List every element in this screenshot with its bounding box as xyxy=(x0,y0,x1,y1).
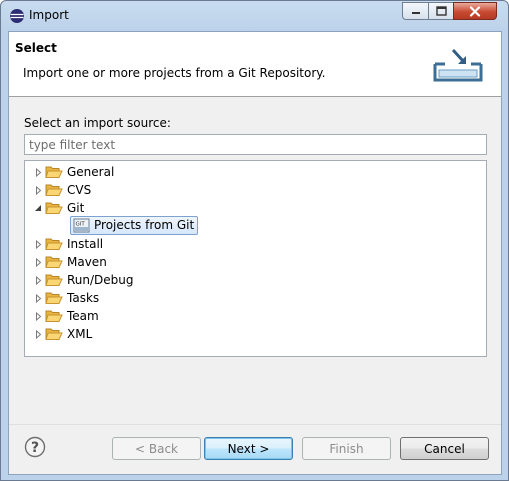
expand-arrow-icon[interactable] xyxy=(31,325,45,343)
close-icon xyxy=(469,5,481,17)
import-source-tree[interactable]: General CVS Git GIT Projects from Git In… xyxy=(24,160,487,357)
window-title: Import xyxy=(29,8,69,22)
back-button[interactable]: < Back xyxy=(112,437,201,460)
folder-icon xyxy=(45,274,63,286)
tree-item-label: General xyxy=(67,165,115,179)
expand-arrow-icon[interactable] xyxy=(31,235,45,253)
maximize-icon xyxy=(435,6,447,16)
title-bar[interactable]: Import xyxy=(1,1,508,31)
help-icon[interactable]: ? xyxy=(24,436,46,458)
folder-open-icon xyxy=(45,202,63,214)
expand-arrow-icon[interactable] xyxy=(31,163,45,181)
expand-arrow-icon[interactable] xyxy=(31,289,45,307)
tree-item-label: CVS xyxy=(67,183,92,197)
import-source-label: Select an import source: xyxy=(24,116,171,130)
import-wizard-icon xyxy=(433,48,483,82)
tree-item-general[interactable]: General xyxy=(31,163,114,181)
tree-item-label: Run/Debug xyxy=(67,273,134,287)
folder-icon xyxy=(45,166,63,178)
folder-icon xyxy=(45,292,63,304)
tree-item-maven[interactable]: Maven xyxy=(31,253,107,271)
collapse-arrow-icon[interactable] xyxy=(31,199,45,217)
tree-item-install[interactable]: Install xyxy=(31,235,103,253)
tree-item-cvs[interactable]: CVS xyxy=(31,181,91,199)
finish-button[interactable]: Finish xyxy=(302,437,391,460)
dialog-client-area: Select Import one or more projects from … xyxy=(8,31,502,475)
tree-item-label: XML xyxy=(67,327,93,341)
wizard-page-title: Select xyxy=(15,41,57,55)
wizard-header: Select Import one or more projects from … xyxy=(9,32,501,97)
eclipse-icon xyxy=(10,9,24,23)
git-repository-icon: GIT xyxy=(73,218,90,232)
tree-item-label: Maven xyxy=(67,255,107,269)
import-dialog-window: Import Select Import one or more project… xyxy=(0,0,509,481)
svg-text:GIT: GIT xyxy=(76,221,86,227)
tree-item-label: Install xyxy=(67,237,104,251)
maximize-button[interactable] xyxy=(428,2,454,20)
expand-arrow-icon[interactable] xyxy=(31,271,45,289)
tree-item-label: Team xyxy=(67,309,99,323)
tree-item-projects-from-git[interactable]: GIT Projects from Git xyxy=(70,215,199,235)
tree-item-label: Git xyxy=(67,201,85,215)
tree-item-run-debug[interactable]: Run/Debug xyxy=(31,271,134,289)
folder-icon xyxy=(45,184,63,196)
wizard-page-description: Import one or more projects from a Git R… xyxy=(23,66,326,80)
folder-icon xyxy=(45,310,63,322)
folder-icon xyxy=(45,238,63,250)
tree-item-xml[interactable]: XML xyxy=(31,325,92,343)
footer-separator xyxy=(9,424,501,425)
tree-item-team[interactable]: Team xyxy=(31,307,99,325)
next-button[interactable]: Next > xyxy=(204,437,293,460)
tree-item-tasks[interactable]: Tasks xyxy=(31,289,99,307)
tree-item-label: Tasks xyxy=(67,291,100,305)
cancel-button[interactable]: Cancel xyxy=(400,437,489,460)
folder-icon xyxy=(45,328,63,340)
folder-icon xyxy=(45,256,63,268)
expand-arrow-icon[interactable] xyxy=(31,307,45,325)
expand-arrow-icon[interactable] xyxy=(31,181,45,199)
minimize-button[interactable] xyxy=(402,2,429,20)
minimize-icon xyxy=(411,12,420,14)
svg-text:?: ? xyxy=(31,440,39,456)
tree-item-git[interactable]: Git xyxy=(31,199,84,217)
tree-item-label: Projects from Git xyxy=(94,218,195,232)
expand-arrow-icon[interactable] xyxy=(31,253,45,271)
selected-item-highlight[interactable]: GIT Projects from Git xyxy=(70,215,199,235)
close-button[interactable] xyxy=(453,2,497,20)
filter-input[interactable] xyxy=(24,134,487,155)
